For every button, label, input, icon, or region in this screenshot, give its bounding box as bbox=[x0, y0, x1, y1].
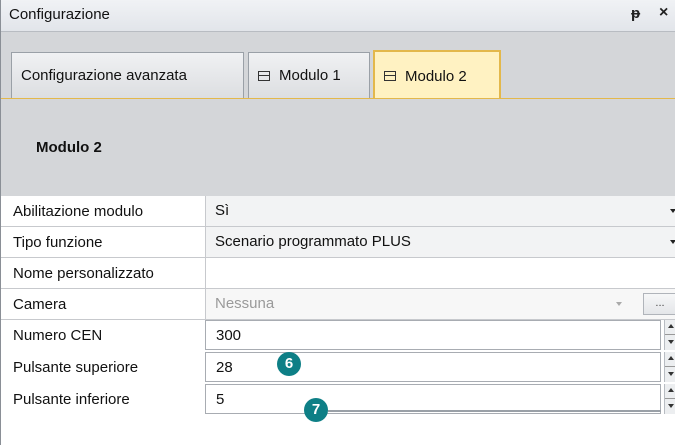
property-grid: Abilitazione modulo Sì Tipo funzione Sce… bbox=[1, 196, 675, 445]
tab-label: Configurazione avanzata bbox=[21, 67, 187, 84]
property-label: Pulsante inferiore bbox=[1, 384, 205, 414]
panel-titlebar: Configurazione ᵽ × bbox=[1, 0, 675, 32]
callout-badge: 7 bbox=[304, 398, 328, 422]
section-title: Modulo 2 bbox=[36, 139, 102, 156]
property-label: Pulsante superiore bbox=[1, 352, 205, 382]
pulsante-inferiore-spinner[interactable] bbox=[664, 384, 675, 414]
tab-strip: Configurazione avanzata Modulo 1 Modulo … bbox=[1, 32, 675, 100]
property-label: Tipo funzione bbox=[1, 227, 205, 257]
property-row-numero-cen: Numero CEN 300 bbox=[1, 320, 675, 351]
property-label: Nome personalizzato bbox=[1, 258, 205, 288]
chevron-down-icon bbox=[616, 302, 622, 306]
select-value: Scenario programmato PLUS bbox=[215, 233, 411, 250]
tab-modulo-2[interactable]: Modulo 2 bbox=[373, 50, 501, 100]
pulsante-superiore-spinner[interactable] bbox=[664, 352, 675, 382]
camera-select: Nessuna ... bbox=[205, 289, 675, 319]
section-header: Modulo 2 bbox=[1, 98, 675, 197]
spin-down-icon[interactable] bbox=[668, 340, 674, 344]
panel-title: Configurazione bbox=[9, 6, 110, 23]
configuration-panel: Configurazione ᵽ × Configurazione avanza… bbox=[0, 0, 675, 445]
tab-modulo-1[interactable]: Modulo 1 bbox=[248, 52, 370, 98]
browse-button[interactable]: ... bbox=[643, 293, 675, 315]
property-row-nome: Nome personalizzato bbox=[1, 258, 675, 289]
select-value: Sì bbox=[215, 202, 230, 219]
tipo-funzione-select[interactable]: Scenario programmato PLUS bbox=[205, 227, 675, 257]
property-row-tipo-funzione: Tipo funzione Scenario programmato PLUS bbox=[1, 227, 675, 258]
property-row-camera: Camera Nessuna ... bbox=[1, 289, 675, 320]
tab-configurazione-avanzata[interactable]: Configurazione avanzata bbox=[11, 52, 244, 98]
numero-cen-spinner[interactable] bbox=[664, 320, 675, 350]
property-label: Abilitazione modulo bbox=[1, 196, 205, 226]
chevron-down-icon[interactable] bbox=[670, 209, 675, 213]
chevron-down-icon[interactable] bbox=[670, 240, 675, 244]
module-icon bbox=[384, 71, 396, 81]
pulsante-superiore-input[interactable]: 28 bbox=[205, 352, 661, 382]
numero-cen-input[interactable]: 300 bbox=[205, 320, 661, 350]
property-label: Numero CEN bbox=[1, 320, 205, 350]
nome-personalizzato-field[interactable] bbox=[205, 258, 675, 288]
select-value: Nessuna bbox=[215, 295, 275, 312]
property-row-abilitazione: Abilitazione modulo Sì bbox=[1, 196, 675, 227]
callout-badge: 6 bbox=[277, 352, 301, 376]
abilitazione-select[interactable]: Sì bbox=[205, 196, 675, 226]
pin-icon[interactable]: ᵽ bbox=[631, 5, 640, 22]
spin-up-icon[interactable] bbox=[668, 324, 674, 328]
module-icon bbox=[258, 70, 270, 81]
spin-up-icon[interactable] bbox=[668, 356, 674, 360]
spin-down-icon[interactable] bbox=[668, 404, 674, 408]
property-row-pulsante-superiore: Pulsante superiore 28 bbox=[1, 352, 675, 383]
callout-leader-line bbox=[328, 410, 661, 412]
spin-up-icon[interactable] bbox=[668, 388, 674, 392]
tab-label: Modulo 2 bbox=[405, 67, 467, 85]
spin-down-icon[interactable] bbox=[668, 372, 674, 376]
close-icon[interactable]: × bbox=[659, 4, 668, 22]
property-label: Camera bbox=[1, 289, 205, 319]
tab-label: Modulo 1 bbox=[279, 67, 341, 84]
